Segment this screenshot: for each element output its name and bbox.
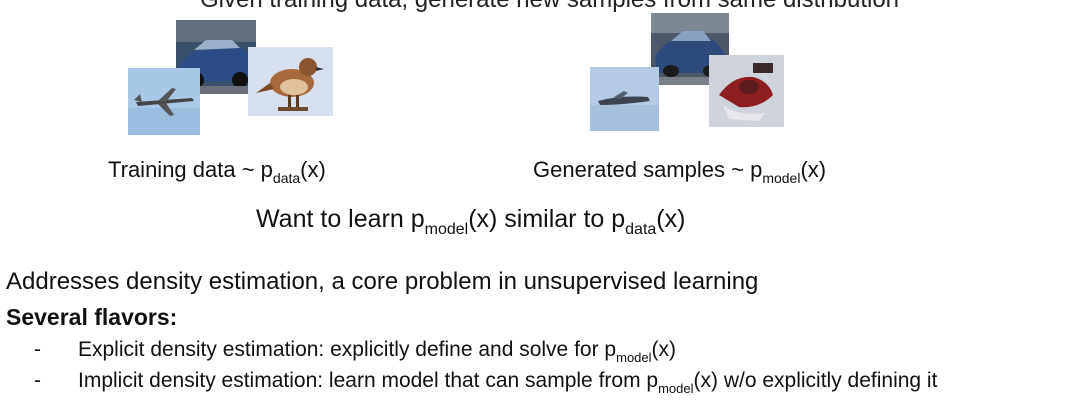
goal-statement: Want to learn pmodel(x) similar to pdata… xyxy=(256,205,686,238)
goal-text-mid: (x) similar to p xyxy=(468,205,626,233)
goal-text-1: Want to learn p xyxy=(256,205,425,233)
top-line-cut: Given training data, generate new sample… xyxy=(0,0,899,14)
generated-airplane-image xyxy=(590,67,659,131)
training-caption: Training data ~ pdata(x) xyxy=(108,157,326,186)
bullet-tail: (x) xyxy=(651,338,677,361)
bullet-dash: - xyxy=(34,338,41,361)
generated-caption-text: Generated samples ~ p xyxy=(533,157,763,182)
bullet-text: Explicit density estimation: explicitly … xyxy=(78,338,617,361)
training-airplane-image xyxy=(128,68,200,135)
generated-bird-image xyxy=(709,55,784,127)
bullet-subscript: model xyxy=(658,381,694,396)
flavors-heading: Several flavors: xyxy=(6,304,178,330)
goal-subscript-2: data xyxy=(625,221,657,238)
bullet-implicit: - Implicit density estimation: learn mode… xyxy=(34,369,938,396)
goal-subscript-1: model xyxy=(424,221,469,238)
training-caption-subscript: data xyxy=(272,170,301,186)
bullet-tail: (x) w/o explicitly defining it xyxy=(693,369,938,392)
generated-caption: Generated samples ~ pmodel(x) xyxy=(533,157,827,186)
training-bird-image xyxy=(248,47,333,116)
generated-caption-subscript: model xyxy=(762,170,801,186)
bullet-text: Implicit density estimation: learn model… xyxy=(78,369,659,392)
top-line-text: Given training data, generate new sample… xyxy=(200,0,899,13)
bullet-explicit: - Explicit density estimation: explicitly… xyxy=(34,338,677,365)
addresses-line: Addresses density estimation, a core pro… xyxy=(6,268,759,295)
bullet-dash: - xyxy=(34,369,41,392)
training-caption-tail: (x) xyxy=(300,157,326,182)
generated-caption-tail: (x) xyxy=(800,157,827,182)
training-caption-text: Training data ~ p xyxy=(108,157,273,182)
goal-text-tail: (x) xyxy=(656,205,686,233)
bullet-subscript: model xyxy=(616,350,652,365)
